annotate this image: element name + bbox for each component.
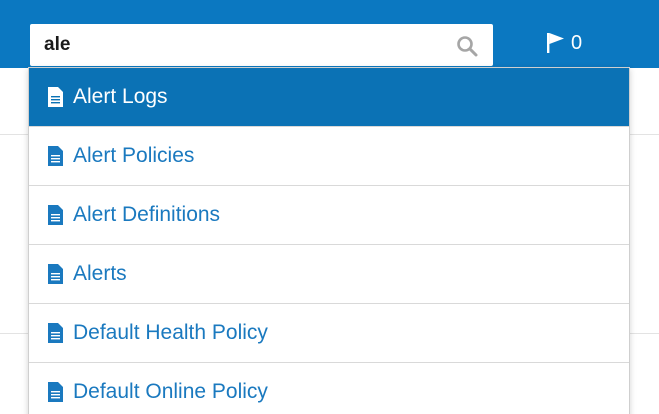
suggestion-label: Alert Policies [73,144,195,167]
suggestion-label: Alerts [73,262,127,285]
suggestion-item-alert-definitions[interactable]: Alert Definitions [29,186,629,245]
suggestion-label: Alert Logs [73,85,168,108]
document-icon [48,264,63,284]
flag-icon [547,33,564,53]
suggestion-item-alert-policies[interactable]: Alert Policies [29,127,629,186]
suggestion-item-alerts[interactable]: Alerts [29,245,629,304]
document-icon [48,323,63,343]
app-stage: 0 Alert Logs Alert Policies [0,0,659,414]
document-icon [48,146,63,166]
search-input[interactable] [30,24,450,66]
suggestion-label: Default Health Policy [73,321,268,344]
document-icon [48,87,63,107]
search-suggestions-dropdown: Alert Logs Alert Policies Alert Definiti… [28,67,630,414]
suggestion-item-default-health-policy[interactable]: Default Health Policy [29,304,629,363]
suggestion-label: Alert Definitions [73,203,221,226]
suggestion-item-alert-logs[interactable]: Alert Logs [29,68,629,127]
suggestion-label: Default Online Policy [73,380,268,403]
flag-count: 0 [571,31,583,54]
document-icon [48,205,63,225]
top-bar: 0 [0,0,659,68]
document-icon [48,382,63,402]
suggestion-item-default-online-policy[interactable]: Default Online Policy [29,363,629,414]
search-box[interactable] [30,24,493,66]
flag-button[interactable]: 0 [540,24,600,62]
search-icon[interactable] [455,34,479,58]
